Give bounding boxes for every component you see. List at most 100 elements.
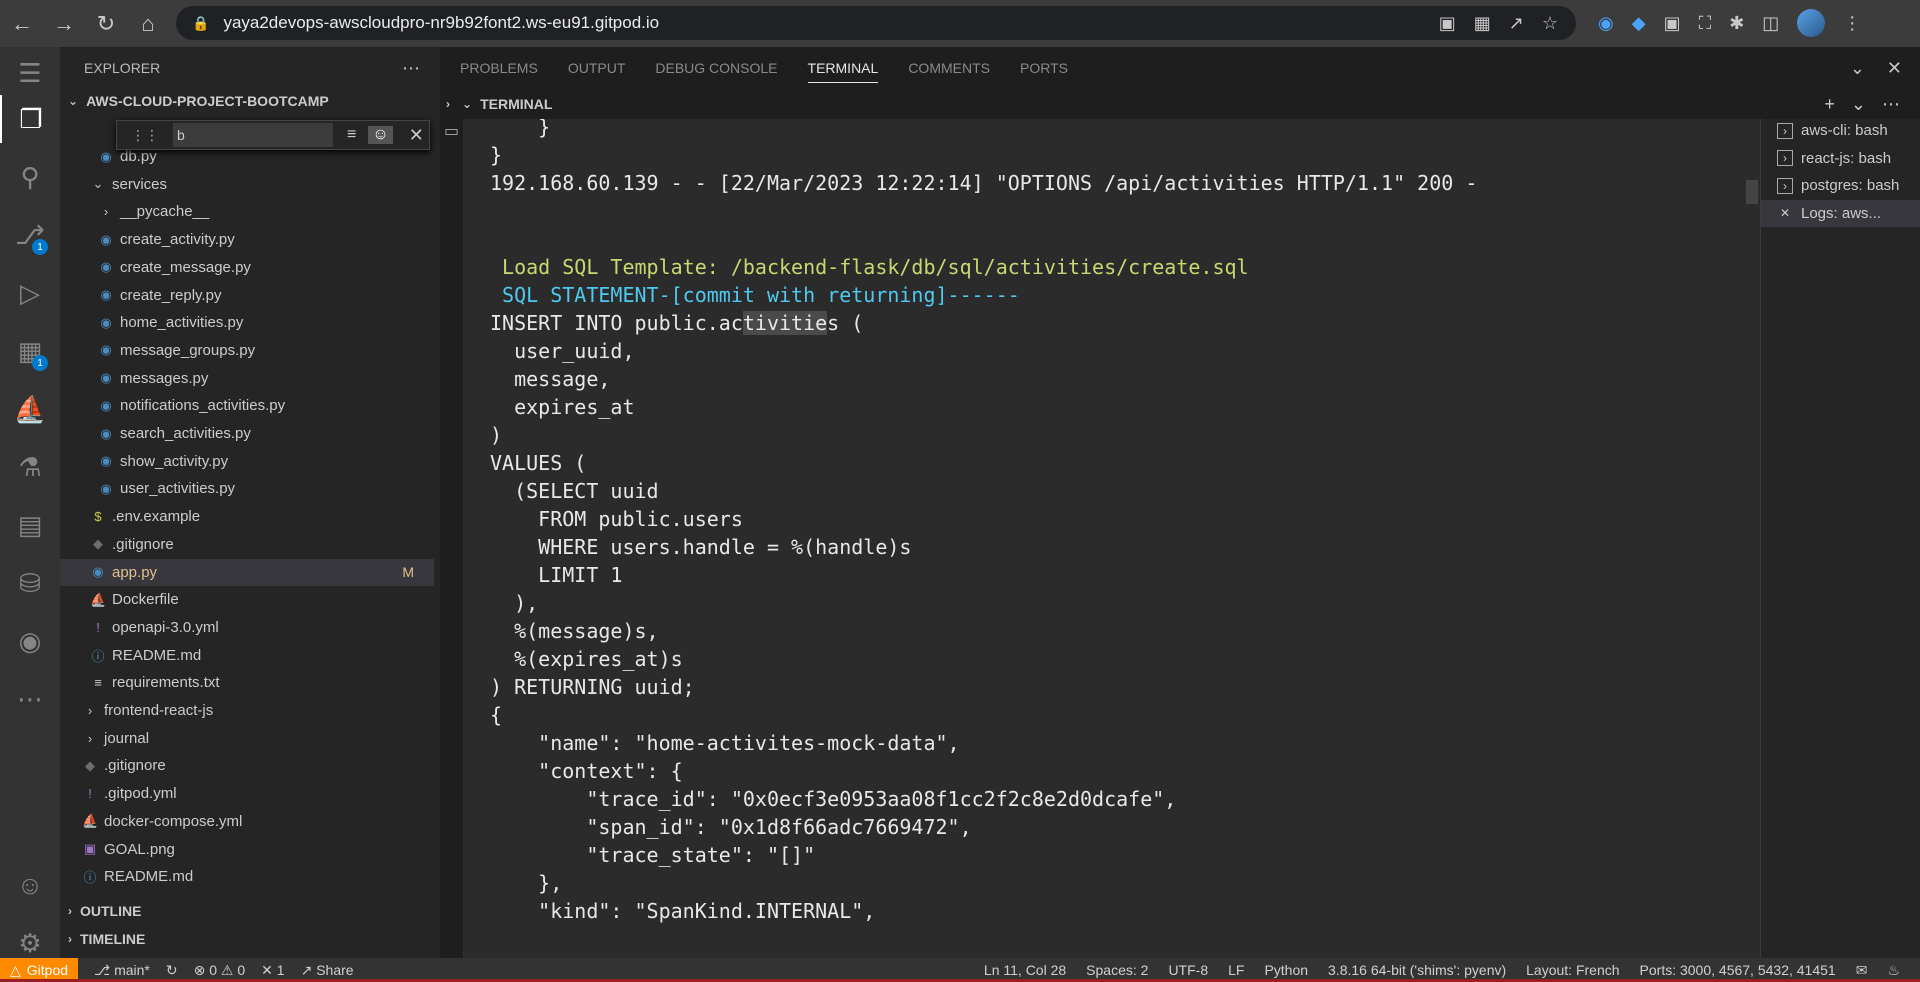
terminal-instance[interactable]: ✕ Logs: aws... <box>1761 199 1920 227</box>
terminal-toggle-icon[interactable]: ▭ <box>444 121 459 141</box>
source-control-icon[interactable]: ⎇ 1 <box>0 211 60 259</box>
tree-file[interactable]: ! .gitpod.yml <box>60 780 434 807</box>
explorer-files-icon[interactable]: ❐ <box>0 95 60 143</box>
testing-flask-icon[interactable]: ⚗ <box>0 443 60 491</box>
tree-file[interactable]: ◆ .gitignore <box>60 531 434 558</box>
forward-icon[interactable]: → <box>44 4 84 44</box>
extensions-icon[interactable]: ▦ 1 <box>0 327 60 375</box>
tree-file[interactable]: ◉ search_activities.py <box>60 420 434 447</box>
tree-file[interactable]: ◉ create_reply.py <box>60 282 434 309</box>
tab-terminal[interactable]: TERMINAL <box>807 60 879 83</box>
cursor-position[interactable]: Ln 11, Col 28 <box>984 962 1066 978</box>
share-item[interactable]: ↗ Share <box>301 962 354 979</box>
profile-avatar[interactable] <box>1797 9 1826 37</box>
tab-output[interactable]: OUTPUT <box>568 60 626 76</box>
api-icon[interactable]: ▤ <box>0 501 60 549</box>
tree-file[interactable]: ◆ .gitignore <box>60 752 434 779</box>
tree-folder[interactable]: › journal <box>60 725 434 752</box>
chevron-down-icon[interactable]: ⌄ <box>462 97 472 111</box>
tree-file[interactable]: ▣ GOAL.png <box>60 836 434 863</box>
sync-icon[interactable]: ↻ <box>166 962 178 979</box>
reload-icon[interactable]: ↻ <box>86 4 126 44</box>
language-mode[interactable]: Python <box>1264 962 1308 978</box>
tree-file[interactable]: ◉ user_activities.py <box>60 475 434 502</box>
tab-comments[interactable]: COMMENTS <box>908 60 990 76</box>
translate-icon[interactable]: ▦ <box>1474 13 1491 34</box>
tree-file[interactable]: ◉ notifications_activities.py <box>60 392 434 419</box>
tree-file[interactable]: ◉ app.py M <box>60 558 434 586</box>
extension-icon-2[interactable]: ◆ <box>1632 13 1646 34</box>
tree-file[interactable]: ⓘ README.md <box>60 863 434 890</box>
close-icon[interactable]: ✕ <box>1887 58 1902 79</box>
tree-file[interactable]: $ .env.example <box>60 503 434 530</box>
more-icon[interactable]: ⋯ <box>0 675 60 723</box>
timeline-section[interactable]: › TIMELINE <box>60 927 440 951</box>
search-icon[interactable]: ⚲ <box>0 153 60 201</box>
bookmark-star-icon[interactable]: ☆ <box>1542 13 1558 34</box>
camera-blocked-icon[interactable]: ▣ <box>1439 13 1456 34</box>
ports-item[interactable]: ✕ 1 <box>261 962 284 979</box>
outline-section[interactable]: › OUTLINE <box>60 899 440 923</box>
menu-hamburger-icon[interactable]: ☰ <box>0 49 60 97</box>
filter-icon[interactable]: ≡ <box>347 126 356 144</box>
run-debug-icon[interactable]: ▷ <box>0 269 60 317</box>
extension-icon-3[interactable]: ▣ <box>1664 13 1681 34</box>
tab-debug-console[interactable]: DEBUG CONSOLE <box>655 60 777 76</box>
back-icon[interactable]: ← <box>2 4 42 44</box>
tab-ports[interactable]: PORTS <box>1020 60 1068 76</box>
ports-list[interactable]: Ports: 3000, 4567, 5432, 41451 <box>1640 962 1836 978</box>
tab-problems[interactable]: PROBLEMS <box>460 60 538 76</box>
tree-file[interactable]: ◉ home_activities.py <box>60 309 434 336</box>
tree-find-input[interactable] <box>173 123 333 147</box>
github-icon[interactable]: ◉ <box>0 617 60 665</box>
python-interpreter[interactable]: 3.8.16 64-bit ('shims': pyenv) <box>1328 962 1506 978</box>
feedback-icon[interactable]: ✉ <box>1856 962 1868 979</box>
more-actions-icon[interactable]: ⋯ <box>402 58 420 79</box>
extension-icon-1[interactable]: ◉ <box>1598 13 1614 34</box>
docker-icon[interactable]: ⛵ <box>0 385 60 433</box>
tree-file[interactable]: ◉ create_message.py <box>60 254 434 281</box>
more-actions-icon[interactable]: ⋯ <box>1882 94 1900 115</box>
sidepanel-icon[interactable]: ◫ <box>1762 13 1779 34</box>
end-of-line[interactable]: LF <box>1228 962 1244 978</box>
terminal-dropdown-icon[interactable]: ⌄ <box>1851 94 1866 115</box>
tree-file[interactable]: ◉ message_groups.py <box>60 337 434 364</box>
tree-folder[interactable]: ⌄ services <box>60 171 434 198</box>
tree-file[interactable]: ! openapi-3.0.yml <box>60 614 434 641</box>
tree-folder[interactable]: › __pycache__ <box>60 198 434 225</box>
keyboard-layout[interactable]: Layout: French <box>1526 962 1619 978</box>
puzzle-extensions-icon[interactable]: ✱ <box>1729 13 1744 34</box>
notifications-bell-icon[interactable]: ♨ <box>1887 962 1900 979</box>
terminal-instance[interactable]: › aws-cli: bash <box>1761 117 1920 144</box>
terminal-instance[interactable]: › react-js: bash <box>1761 145 1920 172</box>
encoding[interactable]: UTF-8 <box>1168 962 1208 978</box>
share-icon[interactable]: ↗ <box>1509 13 1524 34</box>
home-icon[interactable]: ⌂ <box>128 4 168 44</box>
new-terminal-icon[interactable]: + <box>1824 94 1835 115</box>
project-section-header[interactable]: ⌄ AWS-CLOUD-PROJECT-BOOTCAMP <box>60 89 440 113</box>
browser-menu-icon[interactable]: ⋮ <box>1843 13 1861 34</box>
tree-file[interactable]: ⛵ Dockerfile <box>60 586 434 613</box>
database-icon[interactable]: ⛁ <box>0 559 60 607</box>
tree-file[interactable]: ⛵ docker-compose.yml <box>60 808 434 835</box>
problems-item[interactable]: ⊗ 0 ⚠ 0 <box>194 962 246 979</box>
accounts-icon[interactable]: ☺ <box>0 861 60 909</box>
tree-file[interactable]: ◉ create_activity.py <box>60 226 434 253</box>
screenshot-icon[interactable]: ⛶ <box>1699 13 1712 34</box>
fuzzy-match-icon[interactable]: ☺ <box>368 126 393 144</box>
drag-handle-icon[interactable]: ⋮⋮ <box>131 127 159 144</box>
branch-item[interactable]: ⎇ main* <box>94 962 150 979</box>
terminal-instance[interactable]: › postgres: bash <box>1761 172 1920 199</box>
tree-file[interactable]: ⓘ README.md <box>60 642 434 669</box>
close-icon[interactable]: ✕ <box>409 125 424 146</box>
chevron-down-icon[interactable]: ⌄ <box>1850 58 1865 79</box>
indentation[interactable]: Spaces: 2 <box>1086 962 1148 978</box>
tree-folder[interactable]: › frontend-react-js <box>60 697 434 724</box>
tree-file[interactable]: ◉ show_activity.py <box>60 448 434 475</box>
tree-file[interactable]: ≡ requirements.txt <box>60 669 434 696</box>
address-bar[interactable]: 🔒 yaya2devops-awscloudpro-nr9b92font2.ws… <box>176 6 1576 40</box>
terminal-output[interactable]: }} 192.168.60.139 - - [22/Mar/2023 12:22:… <box>464 119 1760 958</box>
terminal-scrollbar[interactable] <box>1746 180 1758 204</box>
chevron-right-icon[interactable]: › <box>446 97 450 111</box>
tree-file[interactable]: ◉ messages.py <box>60 365 434 392</box>
